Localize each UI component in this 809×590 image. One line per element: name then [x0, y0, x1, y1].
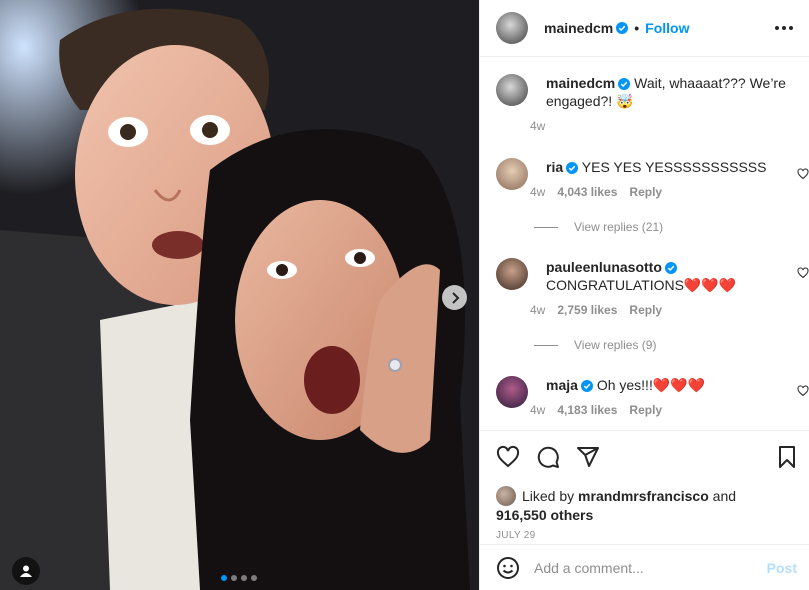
comment-icon[interactable]	[536, 445, 560, 469]
author-username[interactable]: mainedcm	[544, 20, 613, 36]
comment-likes[interactable]: 4,183 likes	[557, 403, 617, 417]
post-header: mainedcm • Follow	[480, 0, 809, 57]
comment-time: 4w	[530, 303, 546, 317]
heart-icon[interactable]	[496, 445, 520, 469]
likes-summary: Liked by mrandmrsfrancisco and 916,550 o…	[496, 486, 793, 524]
comment-item: pauleenlunasotto CONGRATULATIONS❤️❤️❤️	[496, 258, 793, 294]
like-comment-heart-icon[interactable]	[797, 267, 809, 279]
carousel-indicator	[221, 575, 257, 581]
next-photo-button[interactable]	[442, 285, 467, 310]
comment-time: 4w	[530, 403, 546, 417]
comment-likes[interactable]: 2,759 likes	[557, 303, 617, 317]
post-side-panel: mainedcm • Follow mainedcm Wait, whaaaat…	[479, 0, 809, 590]
view-replies-button[interactable]: View replies (21)	[534, 220, 663, 234]
liked-by-prefix: Liked by	[522, 488, 575, 504]
verified-icon	[616, 22, 629, 34]
commenter-avatar[interactable]	[496, 376, 528, 408]
commenter-avatar[interactable]	[496, 258, 528, 290]
verified-icon	[664, 262, 677, 274]
caption: mainedcm Wait, whaaaat??? We’re engaged?…	[496, 74, 793, 110]
commenter-username[interactable]: ria	[546, 159, 563, 175]
caption-meta: 4w	[530, 119, 545, 133]
tagged-users-button[interactable]	[12, 557, 40, 585]
reply-button[interactable]: Reply	[629, 185, 662, 199]
commenter-username[interactable]: pauleenlunasotto	[546, 259, 662, 275]
view-replies-label: View replies (21)	[574, 220, 664, 234]
commenter-username[interactable]: maja	[546, 377, 578, 393]
bookmark-icon[interactable]	[776, 445, 798, 469]
likes-count[interactable]: 916,550 others	[496, 507, 593, 523]
comments-list[interactable]: mainedcm Wait, whaaaat??? We’re engaged?…	[480, 58, 809, 430]
reply-button[interactable]: Reply	[629, 403, 662, 417]
comment-meta: 4w 4,183 likes Reply	[530, 403, 662, 417]
reply-button[interactable]: Reply	[629, 303, 662, 317]
carousel-dot	[221, 575, 227, 581]
divider-line	[534, 226, 558, 228]
liker-username[interactable]: mrandmrsfrancisco	[578, 488, 709, 504]
emoji-icon[interactable]	[496, 556, 520, 580]
post-date[interactable]: JULY 29	[496, 530, 536, 541]
carousel-dot	[231, 575, 237, 581]
comment-text: CONGRATULATIONS❤️❤️❤️	[546, 277, 737, 293]
verified-icon	[580, 380, 593, 392]
post-comment-button[interactable]: Post	[767, 560, 797, 576]
caption-avatar[interactable]	[496, 74, 528, 106]
like-comment-heart-icon[interactable]	[797, 385, 809, 397]
share-icon[interactable]	[576, 445, 600, 469]
verified-icon	[566, 162, 579, 174]
caption-time: 4w	[530, 119, 546, 133]
add-comment-bar: Post	[480, 544, 809, 590]
divider-line	[534, 344, 558, 346]
carousel-dot	[251, 575, 257, 581]
comment-text: Oh yes!!!❤️❤️❤️	[596, 377, 706, 393]
action-bar	[480, 430, 809, 482]
more-icon[interactable]	[775, 26, 793, 30]
liker-avatar[interactable]	[496, 486, 516, 506]
comment-text: YES YES YESSSSSSSSSSS	[581, 159, 767, 175]
post-photo[interactable]	[0, 0, 479, 590]
view-replies-label: View replies (9)	[574, 338, 657, 352]
like-comment-heart-icon[interactable]	[797, 168, 809, 180]
comment-meta: 4w 4,043 likes Reply	[530, 185, 662, 199]
caption-username[interactable]: mainedcm	[546, 75, 615, 91]
comment-meta: 4w 2,759 likes Reply	[530, 303, 662, 317]
couple-selfie-image	[0, 0, 479, 590]
verified-icon	[618, 78, 631, 90]
author-avatar[interactable]	[496, 12, 528, 44]
view-replies-button[interactable]: View replies (9)	[534, 338, 656, 352]
user-tag-icon	[20, 565, 32, 577]
separator-dot: •	[634, 20, 640, 36]
liked-by-conj: and	[712, 488, 737, 504]
chevron-right-icon	[451, 291, 459, 304]
follow-button[interactable]: Follow	[645, 20, 689, 36]
comment-likes[interactable]: 4,043 likes	[557, 185, 617, 199]
comment-time: 4w	[530, 185, 546, 199]
carousel-dot	[241, 575, 247, 581]
commenter-avatar[interactable]	[496, 158, 528, 190]
comment-input[interactable]	[534, 559, 767, 576]
